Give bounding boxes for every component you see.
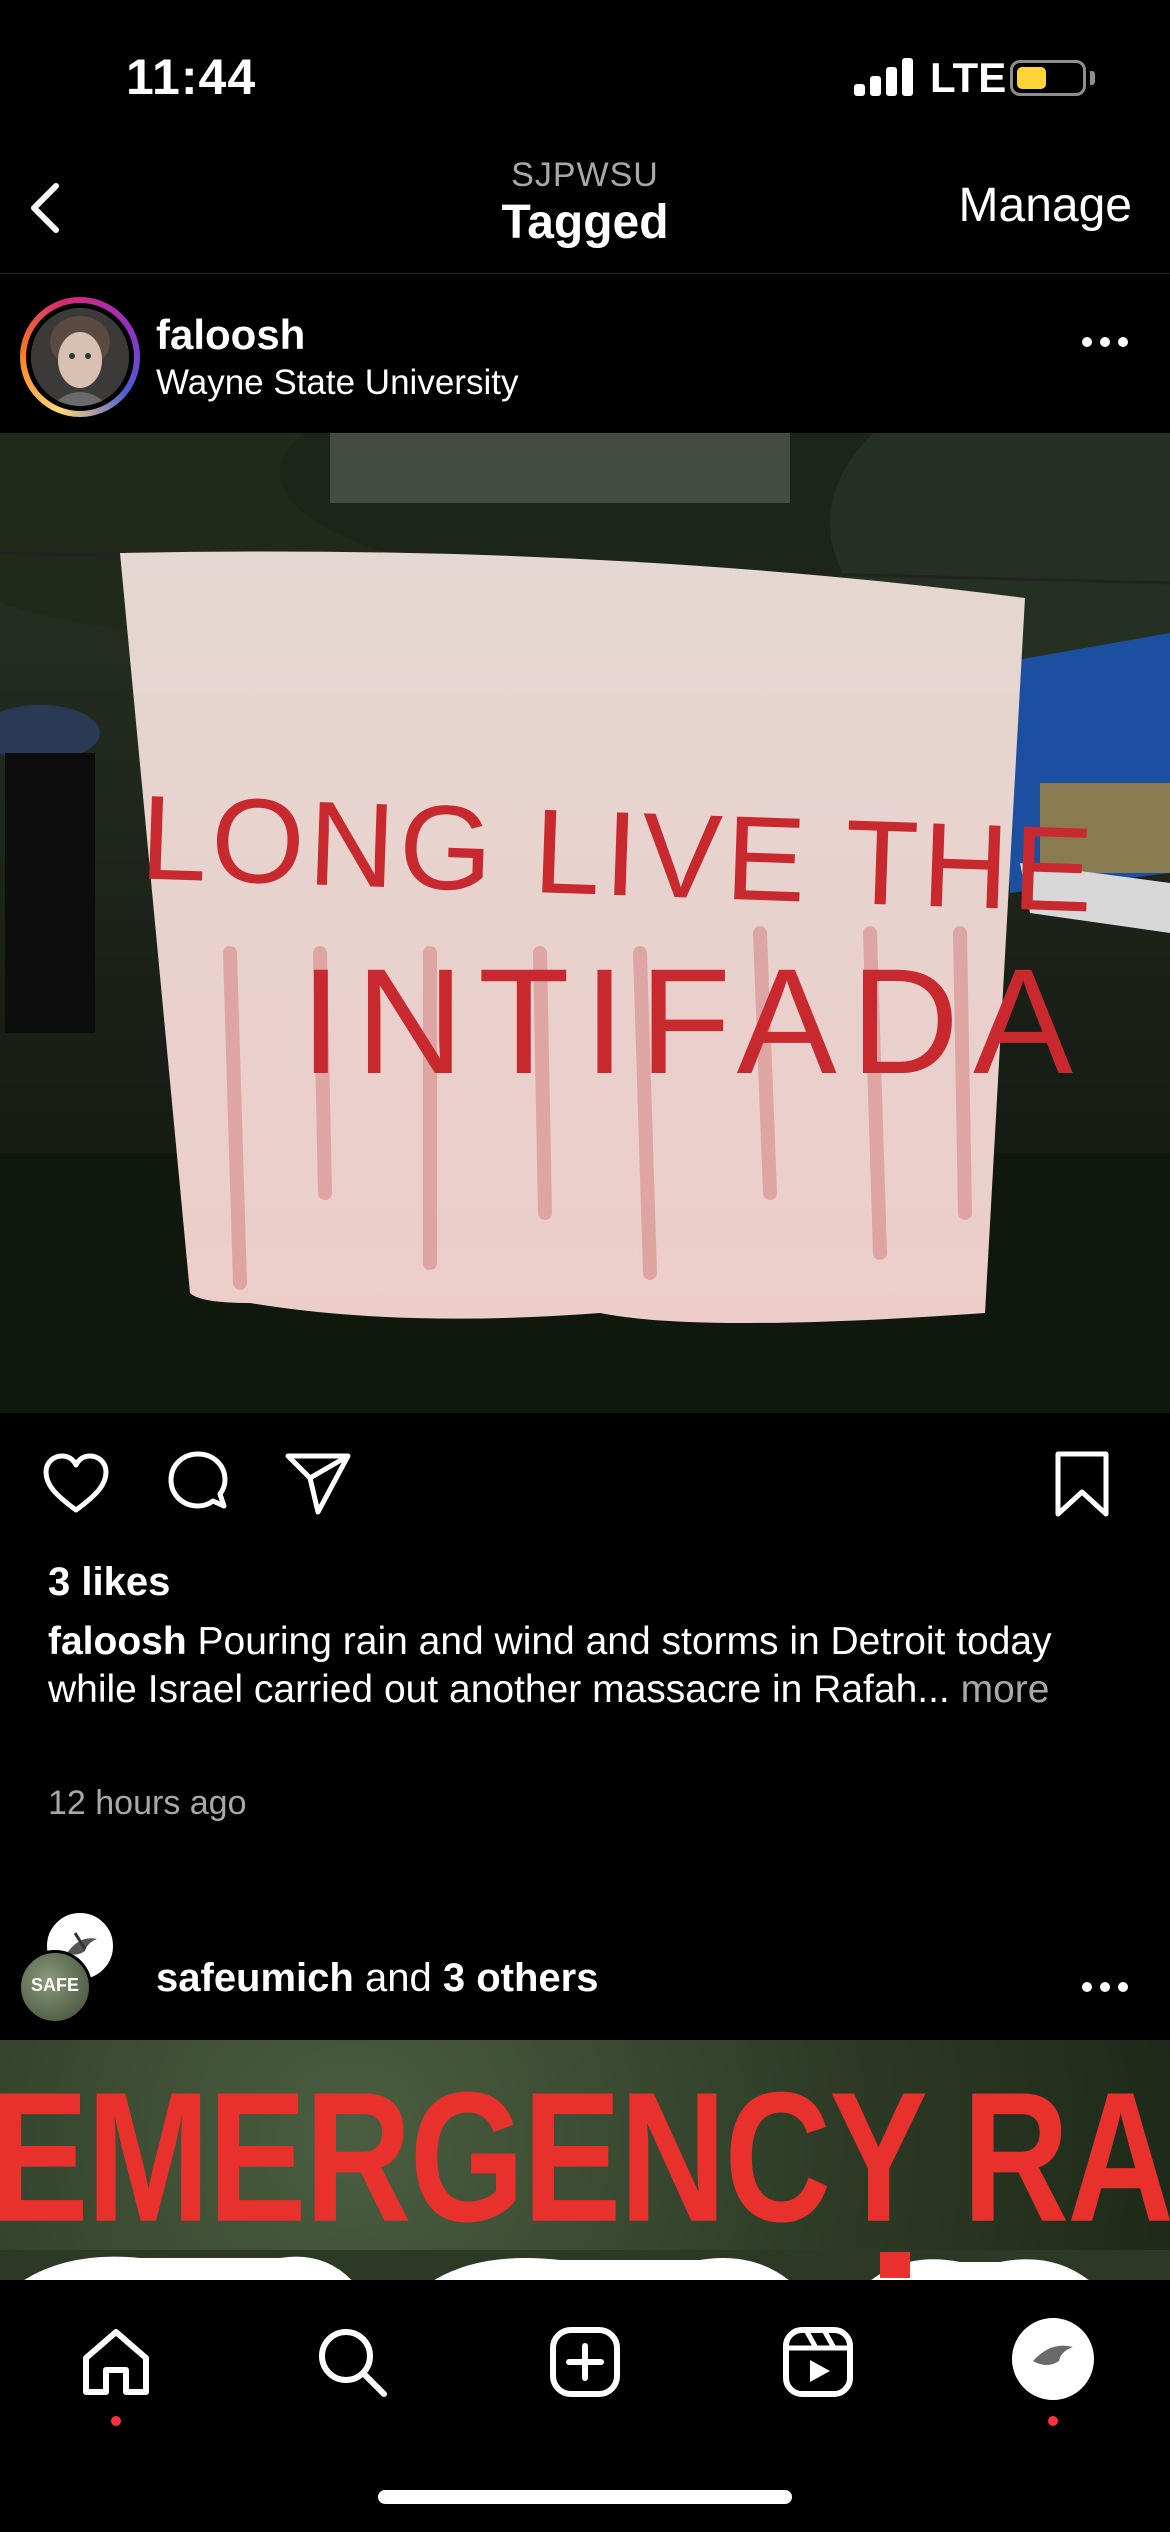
post-username[interactable]: faloosh [156, 311, 305, 359]
post-location[interactable]: Wayne State University [156, 363, 518, 403]
manage-button[interactable]: Manage [959, 178, 1132, 233]
post-timestamp: 12 hours ago [48, 1784, 247, 1822]
post-caption: faloosh Pouring rain and wind and storms… [48, 1618, 1128, 1714]
caption-username[interactable]: faloosh [48, 1620, 187, 1663]
ellipsis-icon[interactable] [1080, 1980, 1130, 1994]
caption-text: Pouring rain and wind and storms in Detr… [48, 1620, 1052, 1711]
notification-dot [1048, 2416, 1058, 2426]
rally-headline: EMERGENCY RALLY [0, 2054, 1170, 2261]
post2-username[interactable]: safeumich [156, 1956, 354, 2000]
comment-icon[interactable] [162, 1448, 234, 1520]
story-ring[interactable] [20, 297, 140, 417]
profile-icon[interactable] [1012, 2318, 1094, 2400]
bookmark-icon[interactable] [1046, 1448, 1118, 1520]
more-link[interactable]: more [950, 1668, 1050, 1711]
home-icon[interactable] [76, 2322, 156, 2402]
like-count[interactable]: 3 likes [48, 1560, 170, 1605]
ellipsis-icon[interactable] [1080, 335, 1130, 349]
share-icon[interactable] [282, 1448, 354, 1520]
banner-line-2: INTIFADA [300, 937, 1087, 1105]
create-icon[interactable] [545, 2322, 625, 2402]
battery-cap [1090, 71, 1095, 85]
post2-joiner: and [353, 1956, 443, 2000]
rally-subtext-graphic [0, 2250, 1170, 2280]
post2-others[interactable]: 3 others [443, 1956, 599, 2000]
post-header: faloosh Wayne State University [0, 275, 1170, 433]
post2-image[interactable]: EMERGENCY RALLY [0, 2040, 1170, 2280]
post2-header: SAFE safeumich and 3 others [0, 1900, 1170, 2040]
network-type: LTE [930, 54, 1007, 101]
avatar[interactable]: SAFE [18, 1950, 92, 2024]
post-image[interactable]: LONG LIVE THE INTIFADA [0, 433, 1170, 1413]
battery-icon [1010, 60, 1086, 96]
reels-icon[interactable] [778, 2322, 858, 2402]
post-actions [0, 1448, 1170, 1528]
banner-photo: LONG LIVE THE INTIFADA [0, 433, 1170, 1413]
notification-dot [111, 2416, 121, 2426]
avatar [31, 308, 129, 406]
nav-header: SJPWSU Tagged Manage [0, 150, 1170, 274]
battery-level [1017, 67, 1046, 89]
status-time: 11:44 [126, 49, 257, 105]
profile-avatar [1015, 2321, 1091, 2397]
home-indicator[interactable] [378, 2490, 792, 2504]
heart-icon[interactable] [40, 1448, 112, 1520]
post2-usernames[interactable]: safeumich and 3 others [156, 1956, 598, 2001]
avatar-text: SAFE [30, 1975, 79, 1995]
status-bar: 11:44 LTE [0, 0, 1170, 150]
signal-icon [854, 58, 916, 96]
search-icon[interactable] [312, 2322, 392, 2402]
